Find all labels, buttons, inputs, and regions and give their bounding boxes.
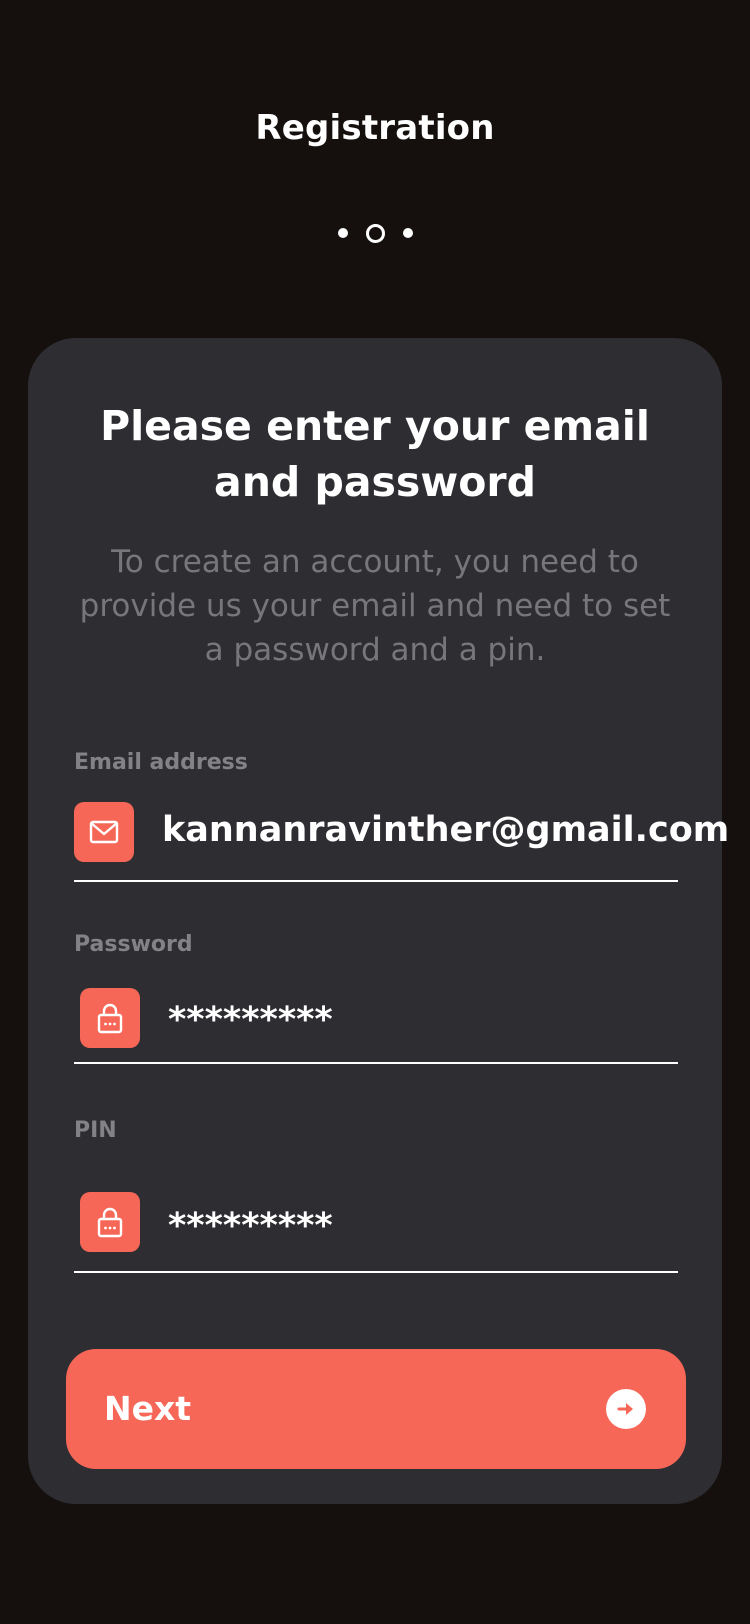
pin-input[interactable]: ********* xyxy=(168,1206,333,1246)
mail-icon xyxy=(74,802,134,862)
pin-underline xyxy=(74,1271,678,1273)
email-underline xyxy=(74,880,678,882)
next-button[interactable]: Next xyxy=(66,1349,686,1469)
arrow-right-circle-icon xyxy=(606,1389,646,1429)
card-description: To create an account, you need to provid… xyxy=(79,544,671,668)
step-dot-1 xyxy=(337,228,348,238)
email-input[interactable]: kannanravinther@gmail.com xyxy=(162,810,729,850)
email-label: Email address xyxy=(74,750,248,775)
page-title: Registration xyxy=(255,108,495,148)
lock-icon xyxy=(80,988,140,1048)
card-headline: Please enter your email and password xyxy=(100,402,650,506)
pin-label: PIN xyxy=(74,1118,117,1143)
password-input[interactable]: ********* xyxy=(168,1000,333,1040)
registration-card: Please enter your email and password To … xyxy=(28,338,729,1504)
password-underline xyxy=(74,1062,678,1064)
step-dot-3 xyxy=(402,228,413,238)
lock-icon xyxy=(80,1192,140,1252)
step-indicator xyxy=(0,219,750,247)
next-button-label: Next xyxy=(104,1389,192,1428)
step-dot-2-current xyxy=(365,223,385,243)
password-label: Password xyxy=(74,932,193,957)
